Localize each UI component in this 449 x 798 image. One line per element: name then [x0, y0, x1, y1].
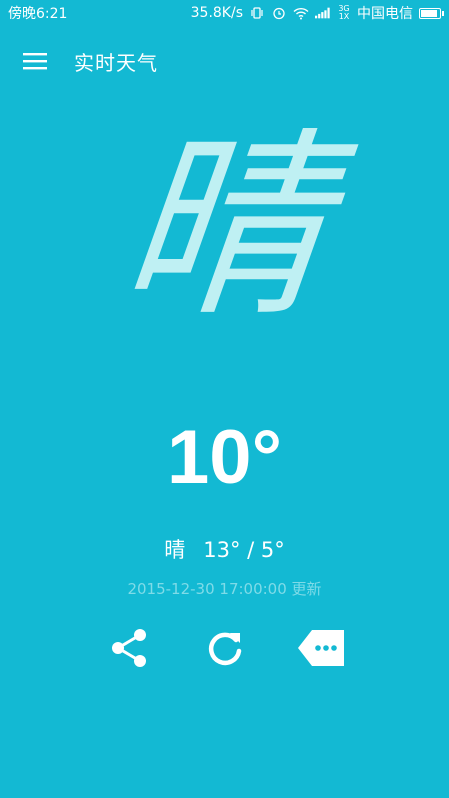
refresh-button[interactable]: [199, 622, 251, 674]
condition-text: 晴: [164, 538, 186, 562]
network-speed: 35.8K/s: [190, 5, 243, 21]
carrier-name: 中国电信: [357, 6, 413, 22]
signal-icon: [315, 6, 331, 20]
status-time: 傍晚6:21: [8, 6, 68, 22]
more-button[interactable]: [295, 622, 347, 674]
menu-button[interactable]: [10, 36, 60, 86]
share-icon: [111, 629, 146, 667]
condition-artwork: 晴: [0, 108, 449, 348]
refresh-icon: [208, 632, 241, 666]
action-bar: [0, 622, 449, 674]
status-right: 35.8K/s 3G 1X 中国电信: [190, 3, 444, 23]
condition-glyph: 晴: [112, 111, 337, 344]
wifi-icon: [293, 6, 309, 20]
app-toolbar: 实时天气: [0, 36, 449, 86]
page-title: 实时天气: [74, 50, 158, 75]
update-time: 2015-12-30 17:00:00 更新: [127, 580, 322, 598]
alarm-icon: [271, 6, 287, 20]
battery-icon: [419, 7, 444, 19]
vibrate-icon: [249, 6, 265, 20]
temperature-range: 13° / 5°: [203, 538, 285, 562]
status-bar: 傍晚6:21 35.8K/s 3G 1X 中国电信: [0, 0, 449, 26]
current-temperature: 10°: [167, 415, 282, 500]
share-button[interactable]: [103, 622, 155, 674]
network-type: 3G 1X: [338, 4, 350, 21]
more-tag-icon: [297, 630, 344, 666]
condition-row: 晴 13° / 5°: [0, 534, 449, 564]
hamburger-icon: [23, 53, 47, 70]
